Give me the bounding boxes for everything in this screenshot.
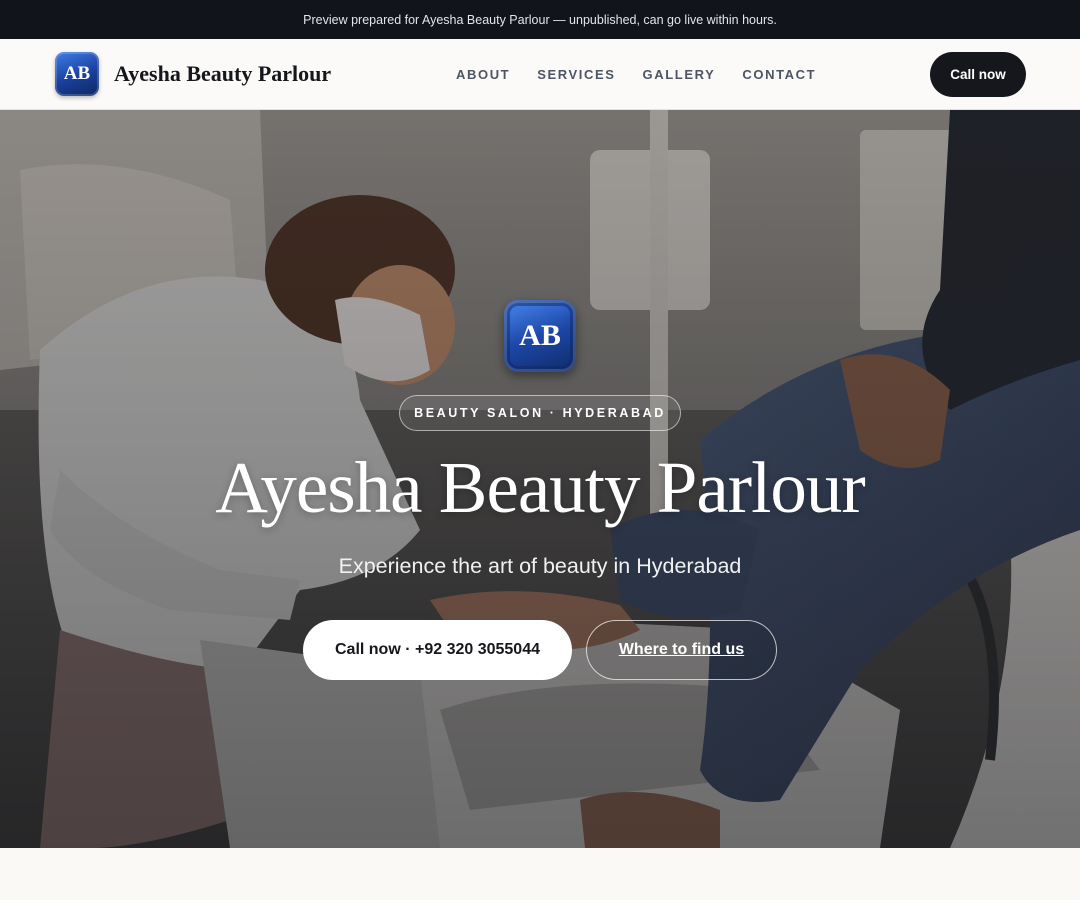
main-nav: ABOUT SERVICES GALLERY CONTACT [456, 39, 816, 109]
preview-banner: Preview prepared for Ayesha Beauty Parlo… [0, 0, 1080, 39]
nav-services[interactable]: SERVICES [537, 67, 615, 82]
nav-about[interactable]: ABOUT [456, 67, 510, 82]
hero-logo-badge: AB [504, 300, 576, 372]
hero-subtitle: Experience the art of beauty in Hyderaba… [338, 554, 742, 578]
call-now-phone-button[interactable]: Call now · +92 320 3055044 [303, 620, 572, 680]
nav-gallery[interactable]: GALLERY [643, 67, 716, 82]
preview-banner-text: Preview prepared for Ayesha Beauty Parlo… [303, 12, 777, 27]
brand-name: Ayesha Beauty Parlour [114, 61, 332, 86]
where-to-find-us-button[interactable]: Where to find us [586, 620, 777, 680]
hero-title: Ayesha Beauty Parlour [215, 447, 865, 528]
site-header: AB Ayesha Beauty Parlour ABOUT SERVICES … [0, 39, 1080, 110]
hero-eyebrow-pill: BEAUTY SALON · HYDERABAD [399, 395, 681, 431]
hero-section: AB BEAUTY SALON · HYDERABAD Ayesha Beaut… [0, 110, 1080, 848]
hero-content: AB BEAUTY SALON · HYDERABAD Ayesha Beaut… [0, 110, 1080, 848]
logo-badge: AB [55, 52, 99, 96]
nav-contact[interactable]: CONTACT [742, 67, 816, 82]
home-logo-link[interactable]: AB Ayesha Beauty Parlour [55, 52, 331, 96]
call-now-button[interactable]: Call now [930, 52, 1026, 97]
